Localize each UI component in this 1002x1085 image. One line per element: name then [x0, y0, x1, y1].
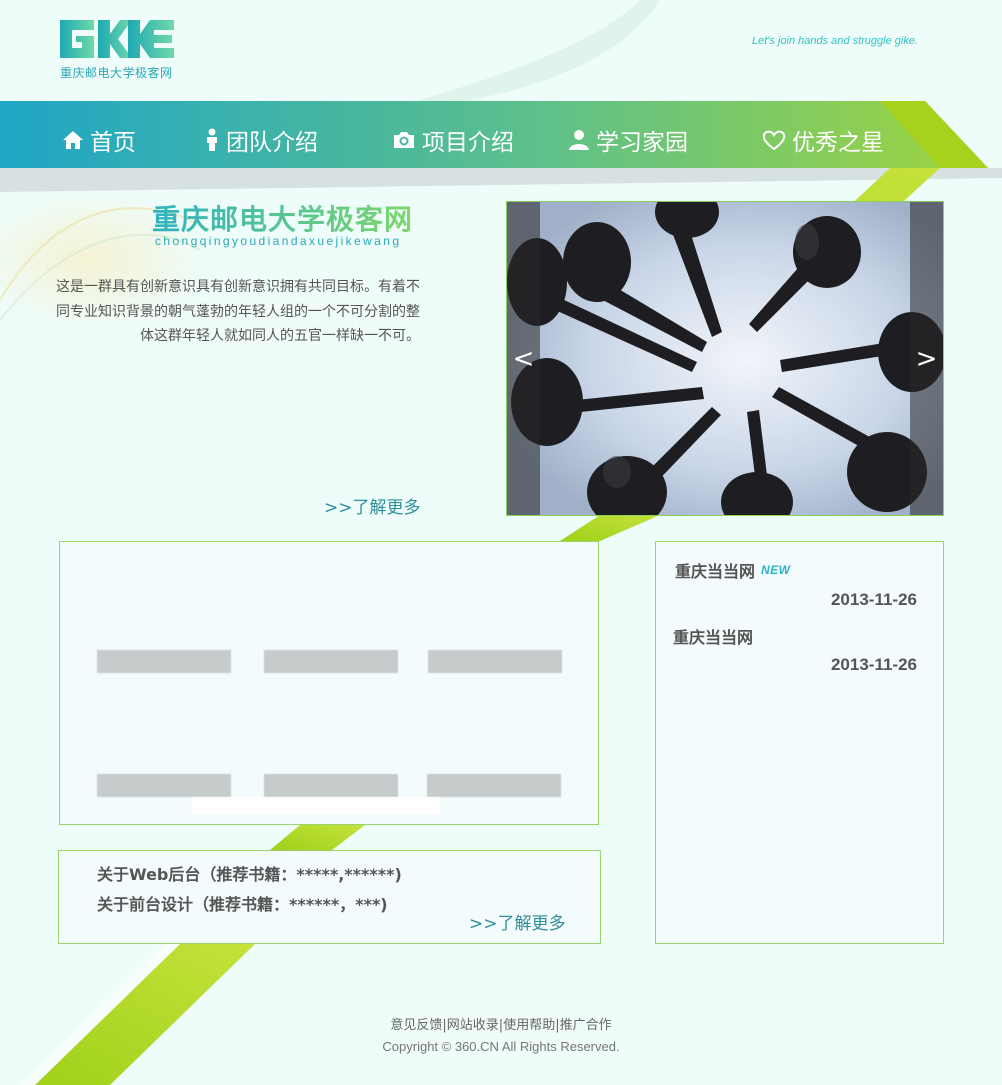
books-more-link[interactable]: >>了解更多 [469, 909, 566, 934]
new-badge: NEW [761, 563, 791, 577]
news-title-text: 重庆当当网 [675, 562, 756, 581]
nav-label-projects: 项目介绍 [422, 130, 514, 156]
heart-icon [762, 130, 786, 151]
news-title-text: 重庆当当网 [673, 628, 754, 647]
header-slogan: Let's join hands and struggle gike. [752, 35, 918, 47]
image-slider[interactable]: < > [506, 201, 944, 516]
site-logo[interactable] [58, 18, 176, 60]
nav-item-team[interactable]: 团队介绍 [204, 120, 318, 160]
gallery-thumbnail[interactable] [264, 774, 398, 797]
books-panel: 关于Web后台（推荐书籍：*****,******) 关于前台设计（推荐书籍：*… [58, 850, 601, 944]
nav-item-study[interactable]: 学习家园 [568, 120, 688, 160]
gallery-thumbnail[interactable] [264, 650, 398, 673]
news-panel: 重庆当当网 NEW 2013-11-26 重庆当当网 2013-11-26 [655, 541, 944, 944]
slider-next-button[interactable]: > [910, 202, 943, 515]
nav-item-stars[interactable]: 优秀之星 [762, 120, 884, 160]
hero-title: 重庆邮电大学极客网 [152, 198, 413, 238]
news-item-date: 2013-11-26 [830, 590, 917, 609]
footer-link-help[interactable]: 使用帮助 [503, 1018, 555, 1033]
gallery-thumbnail[interactable] [97, 650, 231, 673]
slider-prev-button[interactable]: < [507, 202, 540, 515]
hero-pinyin: chongqingyoudiandaxuejikewang [155, 234, 402, 248]
logo-subtitle: 重庆邮电大学极客网 [60, 66, 173, 80]
nav-item-home[interactable]: 首页 [62, 120, 136, 160]
book-item-web-backend[interactable]: 关于Web后台（推荐书籍：*****,******) [97, 861, 402, 885]
nav-label-stars: 优秀之星 [792, 130, 884, 156]
nav-item-projects[interactable]: 项目介绍 [392, 120, 514, 160]
hero-description: 这是一群具有创新意识具有创新意识拥有共同目标。有着不同专业知识背景的朝气蓬勃的年… [56, 279, 420, 344]
news-item-title[interactable]: 重庆当当网 [673, 624, 753, 648]
copyright-text: Copyright © 360.CN All Rights Reserved. [382, 1039, 620, 1054]
book-item-frontend-design[interactable]: 关于前台设计（推荐书籍：******，***) [97, 891, 388, 915]
footer-links: 意见反馈|网站收录|使用帮助|推广合作 [0, 1014, 1002, 1033]
team-hands-photo [507, 202, 943, 515]
person-icon [207, 128, 217, 151]
user-icon [569, 130, 589, 150]
gallery-caption-bar [192, 797, 440, 814]
footer-link-promotion[interactable]: 推广合作 [560, 1018, 612, 1033]
gallery-thumbnail[interactable] [427, 774, 561, 797]
gallery-thumbnail[interactable] [428, 650, 562, 673]
gallery-thumbnail[interactable] [97, 774, 231, 797]
news-item-title[interactable]: 重庆当当网 NEW [675, 558, 791, 582]
footer-link-feedback[interactable]: 意见反馈 [390, 1018, 442, 1033]
home-icon [63, 131, 83, 149]
footer-link-indexing[interactable]: 网站收录 [447, 1018, 499, 1033]
news-item-date: 2013-11-26 [830, 655, 917, 674]
gallery-panel [59, 541, 599, 825]
camera-icon [394, 132, 414, 148]
nav-label-home: 首页 [90, 130, 136, 156]
nav-label-team: 团队介绍 [226, 130, 318, 156]
hero-more-link[interactable]: >>了解更多 [324, 493, 421, 518]
nav-label-study: 学习家园 [596, 130, 688, 156]
